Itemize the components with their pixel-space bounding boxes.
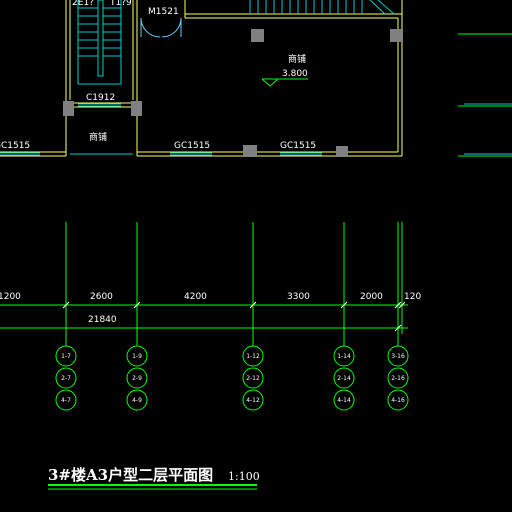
bubble-5-bottom: 4-16 [391,397,405,404]
bubble-4-bottom: 4-14 [337,397,351,404]
dim-4: 3300 [287,292,310,302]
title-underline [48,484,257,490]
bubble-2-bottom: 4-9 [132,397,142,404]
room-left-label: 商铺 [89,131,107,143]
windows [0,103,322,156]
bubble-4-mid: 2-14 [337,375,351,382]
axis-lines [0,222,408,346]
bubble-2-mid: 2-9 [132,375,142,382]
bubble-5-mid: 2-16 [391,375,405,382]
bubble-3-top: 1-12 [246,353,260,360]
door-m1521 [140,17,182,38]
bubble-1-mid: 2-7 [61,375,71,382]
bubble-1-bottom: 4-7 [61,397,71,404]
right-fragment [458,33,512,157]
window-label-3: GC1515 [280,141,316,151]
door-label: M1521 [148,7,179,17]
drawing-title: 3#楼A3户型二层平面图 [48,466,213,484]
room-main-label: 商铺 [288,53,306,65]
elevation-label: 3.800 [282,69,308,79]
dim-total: 21840 [88,315,117,325]
right-fragment-cyan [464,103,512,155]
bubble-3-bottom: 4-12 [246,397,260,404]
cad-drawing: M1521 2E1? T1?9 C1912 商铺 商铺 3.800 GC1515… [0,0,512,490]
axis-bubbles [55,345,409,411]
window-left-label: C1912 [86,93,115,103]
window-label-2: GC1515 [174,141,210,151]
dim-6: 120 [404,292,421,302]
bubble-3-mid: 2-12 [246,375,260,382]
bubble-5-top: 3-16 [391,353,405,360]
walls [0,0,403,157]
drawing-scale: 1:100 [228,470,260,483]
bubble-2-top: 1-9 [132,353,142,360]
top-fragment-label: 2E1? [72,0,94,8]
bubble-1-top: 1-7 [61,353,71,360]
dim-3: 4200 [184,292,207,302]
bubble-4-top: 1-14 [337,353,351,360]
dim-5: 2000 [360,292,383,302]
window-label-1: GC1515 [0,141,30,151]
top-fragment-label-2: T1?9 [109,0,132,8]
stair [77,0,395,85]
elevation-marker [261,78,308,87]
dim-1: 1200 [0,292,21,302]
dim-2: 2600 [90,292,113,302]
